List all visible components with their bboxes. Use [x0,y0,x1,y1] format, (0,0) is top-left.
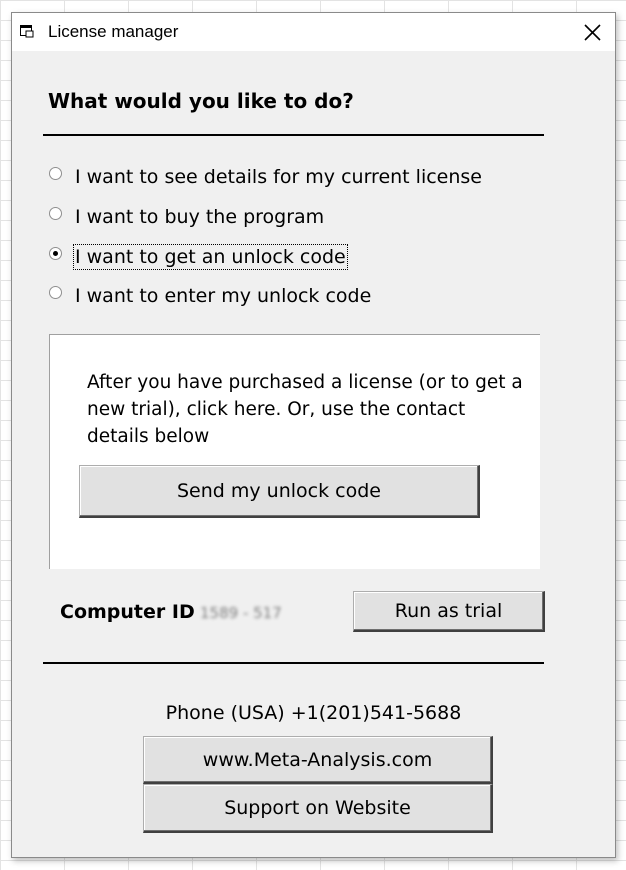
option-enter-unlock-code[interactable]: I want to enter my unlock code [49,285,371,307]
phone-number: Phone (USA) +1(201)541-5688 [165,702,462,724]
website-button[interactable]: www.Meta-Analysis.com [143,736,493,784]
option-label: I want to buy the program [75,206,325,228]
radio-button[interactable] [49,166,62,180]
support-on-website-button[interactable]: Support on Website [143,784,493,833]
window-title: License manager [48,22,179,41]
radio-button[interactable] [49,206,62,220]
option-label: I want to get an unlock code [73,244,348,270]
bottom-divider [43,662,544,664]
send-unlock-code-button[interactable]: Send my unlock code [79,465,480,518]
option-get-unlock-code[interactable]: I want to get an unlock code [49,244,348,270]
close-x-icon [583,23,601,41]
run-as-trial-button[interactable]: Run as trial [353,591,545,632]
title-bar[interactable]: License manager [12,13,615,51]
license-manager-dialog: License manager What would you like to d… [11,12,616,858]
radio-button[interactable] [49,285,62,299]
dialog-heading: What would you like to do? [48,89,354,113]
license-window-icon [20,25,34,38]
top-divider [43,134,544,136]
option-see-license-details[interactable]: I want to see details for my current lic… [49,166,482,188]
close-button[interactable] [569,13,615,51]
option-label: I want to see details for my current lic… [75,166,482,188]
option-label: I want to enter my unlock code [75,285,372,307]
panel-description: After you have purchased a license (or t… [87,372,523,447]
computer-id-value: 1589 - 517 [200,604,282,622]
computer-id-label: Computer ID [60,601,195,623]
option-buy-program[interactable]: I want to buy the program [49,206,324,228]
unlock-code-panel: After you have purchased a license (or t… [49,334,540,569]
radio-button-selected[interactable] [49,246,62,260]
